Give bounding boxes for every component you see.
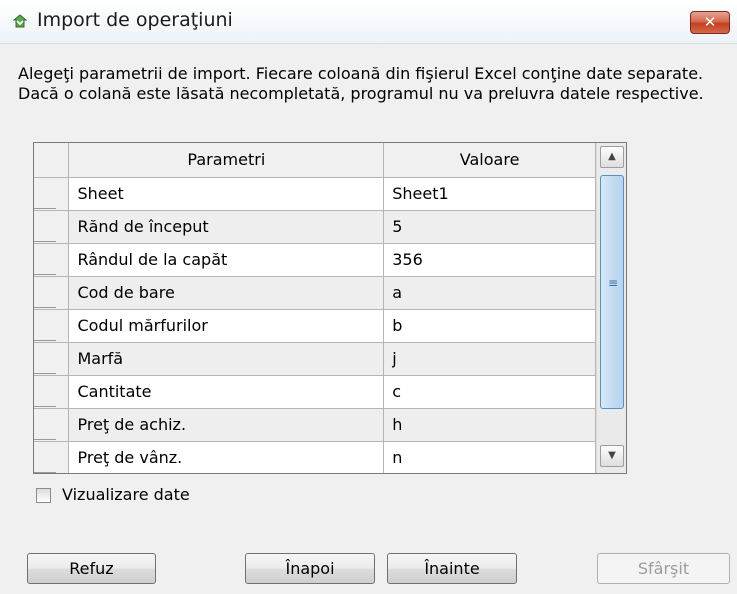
param-cell[interactable]: Marfă bbox=[68, 342, 385, 376]
row-selector[interactable] bbox=[34, 408, 70, 442]
param-cell[interactable]: Rândul de la capăt bbox=[68, 243, 385, 277]
table-row[interactable]: Rândul de la capăt 356 bbox=[34, 243, 596, 277]
window-title: Import de operaţiuni bbox=[37, 9, 233, 31]
grid-header-row: Parametri Valoare bbox=[34, 143, 596, 178]
value-cell[interactable]: a bbox=[383, 276, 596, 310]
value-cell[interactable]: j bbox=[383, 342, 596, 376]
parameters-grid[interactable]: Parametri Valoare Sheet Sheet1 Rănd de î… bbox=[33, 142, 627, 474]
app-icon bbox=[12, 14, 28, 28]
table-row[interactable]: Preţ de achiz. h bbox=[34, 408, 596, 442]
preview-label[interactable]: Vizualizare date bbox=[62, 485, 190, 504]
table-row[interactable]: Rănd de început 5 bbox=[34, 210, 596, 244]
param-cell[interactable]: Preţ de vânz. bbox=[68, 441, 385, 473]
grip-icon: ≡ bbox=[608, 276, 619, 290]
value-cell[interactable]: b bbox=[383, 309, 596, 343]
row-selector[interactable] bbox=[34, 375, 70, 409]
value-cell[interactable]: 5 bbox=[383, 210, 596, 244]
finish-button[interactable]: Sfârşit bbox=[597, 553, 730, 584]
row-selector-header bbox=[34, 143, 70, 178]
vertical-scrollbar[interactable]: ▲ ≡ ▼ bbox=[596, 143, 626, 473]
title-bar: Import de operaţiuni ✕ bbox=[0, 0, 737, 44]
table-row[interactable]: Cod de bare a bbox=[34, 276, 596, 310]
table-row[interactable]: Codul mărfurilor b bbox=[34, 309, 596, 343]
column-header-valoare[interactable]: Valoare bbox=[383, 143, 596, 178]
close-icon: ✕ bbox=[703, 13, 717, 31]
row-selector[interactable] bbox=[34, 177, 70, 211]
param-cell[interactable]: Preţ de achiz. bbox=[68, 408, 385, 442]
value-cell[interactable]: h bbox=[383, 408, 596, 442]
row-selector[interactable] bbox=[34, 441, 70, 473]
param-cell[interactable]: Codul mărfurilor bbox=[68, 309, 385, 343]
scrollbar-thumb[interactable]: ≡ bbox=[600, 175, 624, 409]
row-selector[interactable] bbox=[34, 342, 70, 376]
import-description: Alegeţi parametrii de import. Fiecare co… bbox=[18, 64, 704, 103]
table-row[interactable]: Marfă j bbox=[34, 342, 596, 376]
parameters-table: Parametri Valoare Sheet Sheet1 Rănd de î… bbox=[34, 143, 596, 473]
value-cell[interactable]: Sheet1 bbox=[383, 177, 596, 211]
preview-checkbox[interactable] bbox=[36, 488, 51, 503]
param-cell[interactable]: Cod de bare bbox=[68, 276, 385, 310]
value-cell[interactable]: c bbox=[383, 375, 596, 409]
row-selector[interactable] bbox=[34, 210, 70, 244]
row-selector[interactable] bbox=[34, 243, 70, 277]
row-selector[interactable] bbox=[34, 309, 70, 343]
scroll-down-button[interactable]: ▼ bbox=[600, 445, 624, 467]
chevron-up-icon: ▲ bbox=[608, 151, 616, 162]
table-row[interactable]: Sheet Sheet1 bbox=[34, 177, 596, 211]
value-cell[interactable]: 356 bbox=[383, 243, 596, 277]
cancel-button[interactable]: Refuz bbox=[27, 553, 156, 584]
close-button[interactable]: ✕ bbox=[690, 11, 730, 34]
column-header-parametri[interactable]: Parametri bbox=[68, 143, 385, 178]
table-row[interactable]: Cantitate c bbox=[34, 375, 596, 409]
chevron-down-icon: ▼ bbox=[608, 450, 616, 461]
param-cell[interactable]: Sheet bbox=[68, 177, 385, 211]
table-row[interactable]: Preţ de vânz. n bbox=[34, 441, 596, 473]
param-cell[interactable]: Rănd de început bbox=[68, 210, 385, 244]
next-button[interactable]: Înainte bbox=[387, 553, 517, 584]
scroll-up-button[interactable]: ▲ bbox=[600, 146, 624, 168]
back-button[interactable]: Înapoi bbox=[245, 553, 375, 584]
value-cell[interactable]: n bbox=[383, 441, 596, 473]
row-selector[interactable] bbox=[34, 276, 70, 310]
param-cell[interactable]: Cantitate bbox=[68, 375, 385, 409]
